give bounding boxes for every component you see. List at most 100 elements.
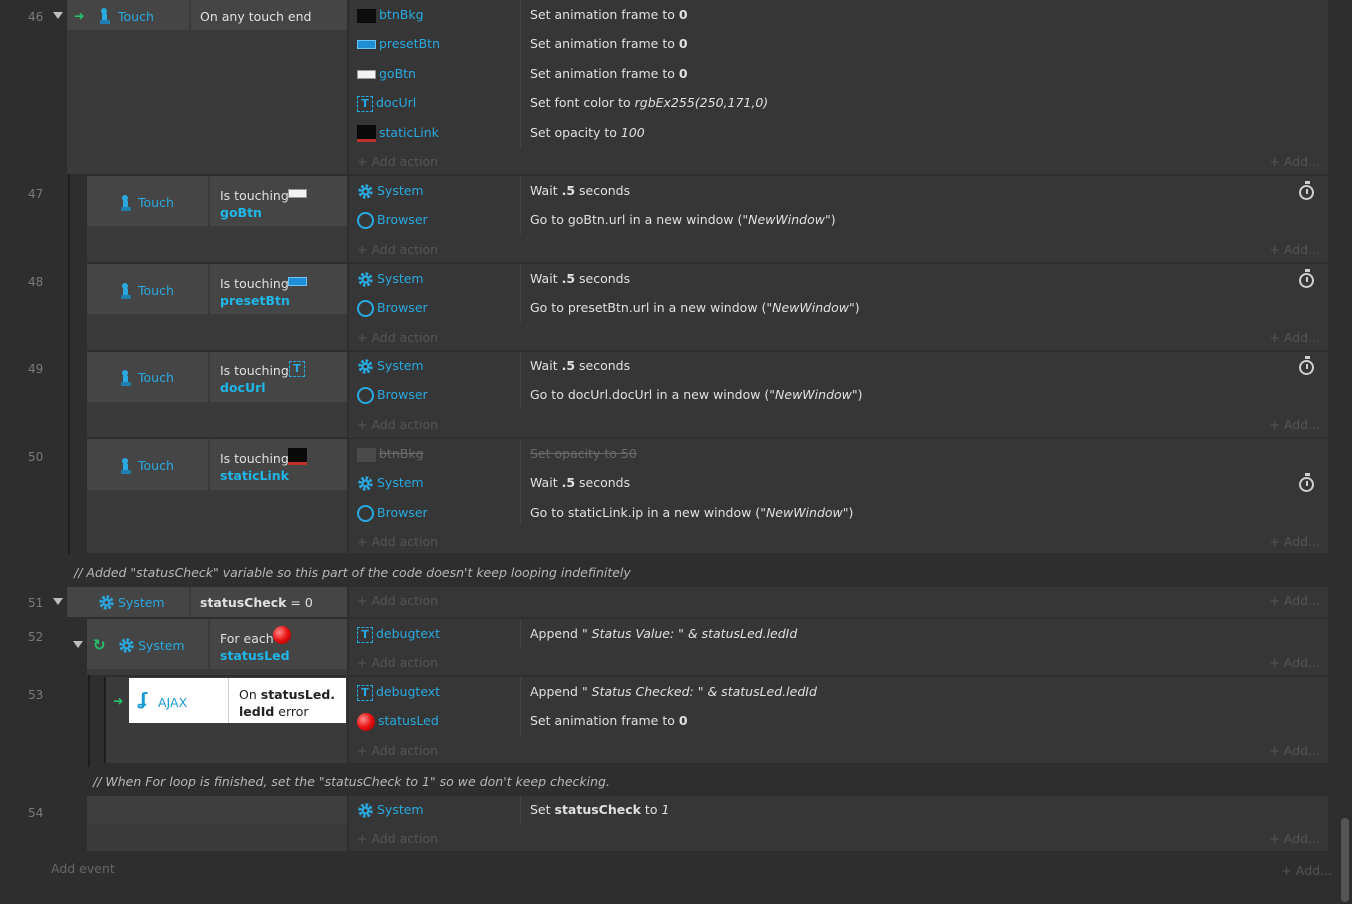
action-text[interactable]: Set opacity to 100: [530, 122, 645, 144]
empty-condition-cell[interactable]: [87, 796, 347, 824]
action-object[interactable]: Browser: [357, 502, 428, 524]
action-object[interactable]: TdocUrl: [357, 92, 416, 114]
add-action-link[interactable]: + Add action: [357, 831, 438, 846]
add-more-link[interactable]: + Add...: [1269, 831, 1320, 846]
gear-icon: [358, 184, 373, 199]
event-47-actions[interactable]: [349, 176, 1328, 262]
action-object[interactable]: Tdebugtext: [357, 681, 440, 703]
event-53-actions[interactable]: [349, 677, 1328, 763]
action-text-disabled[interactable]: Set opacity to 50: [530, 443, 637, 465]
action-text[interactable]: Append " Status Value: " & statusLed.led…: [530, 623, 797, 645]
event-comment[interactable]: // When For loop is finished, set the "s…: [93, 774, 610, 789]
action-text[interactable]: Set font color to rgbEx255(250,171,0): [530, 92, 768, 114]
action-text[interactable]: Go to docUrl.docUrl in a new window ("Ne…: [530, 384, 863, 406]
black-sprite-icon: [357, 447, 376, 462]
action-text[interactable]: Set animation frame to 0: [530, 4, 688, 26]
vertical-scrollbar[interactable]: [1341, 818, 1349, 902]
condition-text: Is touching: [220, 276, 289, 291]
action-object[interactable]: System: [357, 472, 424, 494]
add-action-link[interactable]: + Add action: [357, 154, 438, 169]
add-action-link[interactable]: + Add action: [357, 330, 438, 345]
stopwatch-icon: [1299, 473, 1314, 492]
black-sprite-icon: [357, 8, 376, 23]
action-object[interactable]: Browser: [357, 297, 428, 319]
touch-icon: [121, 195, 131, 211]
add-action-link[interactable]: + Add action: [357, 242, 438, 257]
text-object-icon: T: [357, 684, 373, 701]
collapse-toggle[interactable]: [53, 12, 63, 19]
add-more-link[interactable]: + Add...: [1269, 154, 1320, 169]
action-object[interactable]: System: [357, 355, 424, 377]
condition-text: On statusLed. ledId error: [239, 687, 336, 719]
action-text[interactable]: Set statusCheck to 1: [530, 799, 669, 821]
action-object[interactable]: Browser: [357, 209, 428, 231]
add-more-link[interactable]: + Add...: [1269, 330, 1320, 345]
condition-object-param: statusLed: [220, 648, 290, 663]
condition-object-name: Touch: [138, 195, 174, 210]
event-number: 52: [28, 630, 44, 644]
condition-object-name: AJAX: [158, 695, 188, 710]
action-object[interactable]: Browser: [357, 384, 428, 406]
action-object[interactable]: Tdebugtext: [357, 623, 440, 645]
action-object[interactable]: statusLed: [357, 710, 439, 732]
stopwatch-icon: [1299, 269, 1314, 288]
condition-text: On any touch end: [200, 9, 312, 24]
collapse-toggle[interactable]: [53, 598, 63, 605]
preset-button-icon: [288, 277, 307, 286]
action-object[interactable]: btnBkg: [357, 4, 424, 26]
action-object[interactable]: System: [357, 180, 424, 202]
action-text[interactable]: Set animation frame to 0: [530, 63, 688, 85]
gear-icon: [358, 359, 373, 374]
event-54-actions[interactable]: [349, 796, 1328, 851]
action-text[interactable]: Wait .5 seconds: [530, 180, 630, 202]
event-51-actions[interactable]: [349, 587, 1328, 617]
event-number: 54: [28, 806, 44, 820]
add-action-link[interactable]: + Add action: [357, 743, 438, 758]
add-event-link[interactable]: Add event: [51, 861, 115, 876]
action-text[interactable]: Go to staticLink.ip in a new window ("Ne…: [530, 502, 853, 524]
add-more-link[interactable]: + Add...: [1269, 743, 1320, 758]
action-text[interactable]: Wait .5 seconds: [530, 472, 630, 494]
globe-icon: [357, 505, 374, 522]
event-number: 50: [28, 450, 44, 464]
add-more-link[interactable]: + Add...: [1269, 655, 1320, 670]
action-text[interactable]: Wait .5 seconds: [530, 268, 630, 290]
event-comment[interactable]: // Added "statusCheck" variable so this …: [74, 565, 631, 580]
condition-object-param: staticLink: [220, 468, 289, 483]
add-more-link[interactable]: + Add...: [1269, 242, 1320, 257]
add-action-link[interactable]: + Add action: [357, 417, 438, 432]
add-action-link[interactable]: + Add action: [357, 593, 438, 608]
add-more-link[interactable]: + Add...: [1269, 593, 1320, 608]
action-object[interactable]: System: [357, 799, 424, 821]
add-action-link[interactable]: + Add action: [357, 534, 438, 549]
action-text[interactable]: Append " Status Checked: " & statusLed.l…: [530, 681, 817, 703]
nest-line: [68, 174, 70, 554]
condition-object-name: System: [138, 638, 185, 653]
add-action-link[interactable]: + Add action: [357, 655, 438, 670]
event-number: 49: [28, 362, 44, 376]
action-text[interactable]: Go to presetBtn.url in a new window ("Ne…: [530, 297, 860, 319]
action-object[interactable]: System: [357, 268, 424, 290]
globe-icon: [357, 300, 374, 317]
event-52-actions[interactable]: [349, 619, 1328, 675]
action-object[interactable]: staticLink: [357, 122, 439, 144]
event-46-actions[interactable]: [349, 0, 1328, 174]
condition-object-name: Touch: [138, 283, 174, 298]
loop-icon: ↻: [93, 636, 106, 654]
condition-object-param: docUrl: [220, 380, 266, 395]
add-more-link[interactable]: + Add...: [1281, 863, 1332, 878]
action-text[interactable]: Go to goBtn.url in a new window ("NewWin…: [530, 209, 836, 231]
action-object[interactable]: presetBtn: [357, 33, 440, 55]
action-object-disabled[interactable]: btnBkg: [357, 443, 424, 465]
action-text[interactable]: Set animation frame to 0: [530, 710, 688, 732]
event-number: 51: [28, 596, 44, 610]
add-more-link[interactable]: + Add...: [1269, 534, 1320, 549]
action-text[interactable]: Set animation frame to 0: [530, 33, 688, 55]
collapse-toggle[interactable]: [73, 641, 83, 648]
gear-icon: [99, 595, 114, 610]
action-text[interactable]: Wait .5 seconds: [530, 355, 630, 377]
text-object-icon: T: [357, 626, 373, 643]
add-more-link[interactable]: + Add...: [1269, 417, 1320, 432]
action-object[interactable]: goBtn: [357, 63, 416, 85]
event-50-actions[interactable]: [349, 439, 1328, 553]
